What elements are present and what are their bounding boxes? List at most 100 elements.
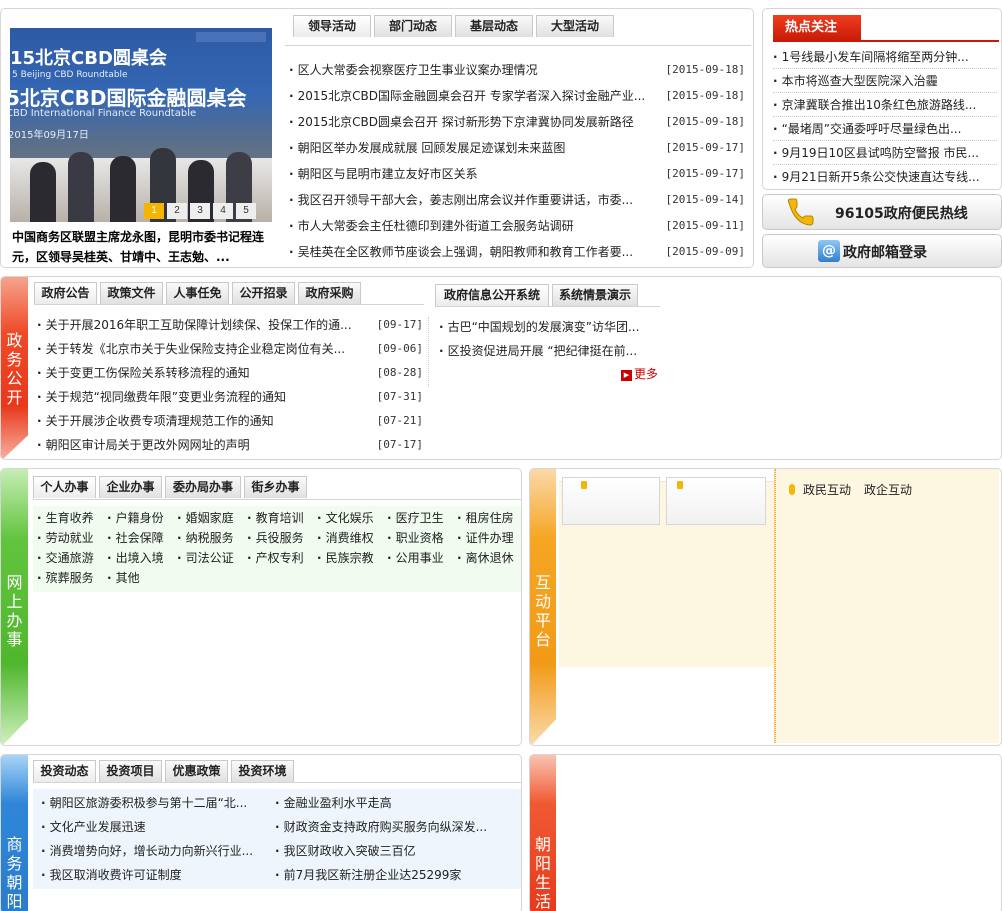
list-item[interactable]: 吴桂英在全区教师节座谈会上强调，朝阳教师和教育工作者要... [2015-09-0… <box>289 239 745 265</box>
tab-business-affairs[interactable]: 企业办事 <box>99 476 162 498</box>
notice-title[interactable]: 关于开展2016年职工互助保障计划续保、投保工作的通... <box>37 313 352 337</box>
news-title[interactable]: 朝阳区与昆明市建立友好市区关系 <box>289 161 478 187</box>
tab-major-events[interactable]: 大型活动 <box>536 15 614 37</box>
service-link[interactable]: 文化娱乐 <box>317 508 374 528</box>
link-citizen-interaction[interactable]: 政民互动 <box>803 481 851 498</box>
service-link[interactable]: 租房住房 <box>457 508 514 528</box>
pager-button-1[interactable]: 1 <box>144 203 164 219</box>
list-item[interactable]: 我区财政收入突破三百亿 <box>275 839 507 863</box>
pager-button-5[interactable]: 5 <box>236 203 256 219</box>
service-link[interactable]: 生育收养 <box>37 508 94 528</box>
list-item[interactable]: 区人大常委会视察医疗卫生事业议案办理情况 [2015-09-18] <box>289 57 745 83</box>
list-item[interactable]: 朝阳区举办发展成就展 回顾发展足迹谋划未来蓝图 [2015-09-17] <box>289 135 745 161</box>
list-item[interactable]: 京津冀联合推出10条红色旅游路线... <box>773 93 997 117</box>
list-item[interactable]: 9月19日10区县试鸣防空警报 市民... <box>773 141 997 165</box>
list-item[interactable]: 我区取消收费许可证制度 <box>41 863 266 887</box>
service-link[interactable]: 社会保障 <box>107 528 164 548</box>
tab-preferential-policies[interactable]: 优惠政策 <box>165 760 228 782</box>
interactive-tab-2[interactable] <box>666 477 766 525</box>
link-business-interaction[interactable]: 政企互动 <box>864 481 912 498</box>
service-link[interactable]: 婚姻家庭 <box>177 508 234 528</box>
tab-gov-announcements[interactable]: 政府公告 <box>34 282 97 304</box>
list-item[interactable]: 2015北京CBD圆桌会召开 探讨新形势下京津冀协同发展新路径 [2015-09-… <box>289 109 745 135</box>
list-item[interactable]: 2015北京CBD国际金融圆桌会召开 专家学者深入探讨金融产业... [2015-… <box>289 83 745 109</box>
list-item[interactable]: 9月21日新开5条公交快速直达专线... <box>773 165 997 189</box>
pager-button-2[interactable]: 2 <box>167 203 187 219</box>
list-item[interactable]: 财政资金支持政府购买服务向纵深发... <box>275 815 507 839</box>
service-link[interactable]: 户籍身份 <box>107 508 164 528</box>
tab-grassroots-news[interactable]: 基层动态 <box>455 15 533 37</box>
pager-button-4[interactable]: 4 <box>213 203 233 219</box>
list-item[interactable]: 文化产业发展迅速 <box>41 815 266 839</box>
service-link[interactable]: 证件办理 <box>457 528 514 548</box>
tab-investment-news[interactable]: 投资动态 <box>33 760 96 782</box>
list-item[interactable]: 关于开展涉企收费专项清理规范工作的通知 [07-21] <box>37 409 423 433</box>
tab-gov-procurement[interactable]: 政府采购 <box>298 282 361 304</box>
notice-title[interactable]: 关于变更工伤保险关系转移流程的通知 <box>37 361 250 385</box>
service-link[interactable]: 纳税服务 <box>177 528 234 548</box>
more-link[interactable]: 更多 <box>621 365 658 382</box>
tab-system-demo[interactable]: 系统情景演示 <box>552 284 638 306</box>
tab-gov-info-system[interactable]: 政府信息公开系统 <box>435 284 549 306</box>
list-item[interactable]: 关于变更工伤保险关系转移流程的通知 [08-28] <box>37 361 423 385</box>
service-link[interactable]: 产权专利 <box>247 548 304 568</box>
list-item[interactable]: “最堵周”交通委呼吁尽量绿色出... <box>773 117 997 141</box>
news-title[interactable]: 我区召开领导干部大会，姜志刚出席会议并作重要讲话，市委... <box>289 187 633 213</box>
service-link[interactable]: 民族宗教 <box>317 548 374 568</box>
news-title[interactable]: 2015北京CBD圆桌会召开 探讨新形势下京津冀协同发展新路径 <box>289 109 634 135</box>
list-item[interactable]: 消费增势向好，增长动力向新兴行业... <box>41 839 266 863</box>
news-title[interactable]: 市人大常委会主任杜德印到建外街道工会服务站调研 <box>289 213 574 239</box>
list-item[interactable]: 市人大常委会主任杜德印到建外街道工会服务站调研 [2015-09-11] <box>289 213 745 239</box>
list-item[interactable]: 我区召开领导干部大会，姜志刚出席会议并作重要讲话，市委... [2015-09-1… <box>289 187 745 213</box>
service-link[interactable]: 司法公证 <box>177 548 234 568</box>
service-link[interactable]: 其他 <box>107 568 140 588</box>
list-item[interactable]: 区投资促进局开展 “把纪律挺在前... <box>439 339 659 363</box>
service-link[interactable]: 交通旅游 <box>37 548 94 568</box>
service-link[interactable]: 公用事业 <box>387 548 444 568</box>
notice-title[interactable]: 朝阳区审计局关于更改外网网址的声明 <box>37 433 250 457</box>
list-item[interactable]: 朝阳区旅游委积极参与第十二届“北... <box>41 791 266 815</box>
tab-policy-documents[interactable]: 政策文件 <box>100 282 163 304</box>
list-item[interactable]: 关于转发《北京市关于失业保险支持企业稳定岗位有关... [09-06] <box>37 337 423 361</box>
tab-commission-affairs[interactable]: 委办局办事 <box>165 476 241 498</box>
service-link[interactable]: 劳动就业 <box>37 528 94 548</box>
service-link[interactable]: 兵役服务 <box>247 528 304 548</box>
list-item[interactable]: 朝阳区与昆明市建立友好市区关系 [2015-09-17] <box>289 161 745 187</box>
service-link[interactable]: 离休退休 <box>457 548 514 568</box>
tab-street-affairs[interactable]: 街乡办事 <box>244 476 307 498</box>
tab-public-recruitment[interactable]: 公开招录 <box>232 282 295 304</box>
tab-department-news[interactable]: 部门动态 <box>374 15 452 37</box>
notice-title[interactable]: 关于开展涉企收费专项清理规范工作的通知 <box>37 409 274 433</box>
list-item[interactable]: 1号线最小发车间隔将缩至两分钟... <box>773 45 997 69</box>
list-item[interactable]: 金融业盈利水平走高 <box>275 791 507 815</box>
service-link[interactable]: 出境入境 <box>107 548 164 568</box>
pager-button-3[interactable]: 3 <box>190 203 210 219</box>
interactive-tab-1[interactable] <box>562 477 660 525</box>
news-title[interactable]: 2015北京CBD国际金融圆桌会召开 专家学者深入探讨金融产业... <box>289 83 646 109</box>
list-item[interactable]: 关于规范“视同缴费年限”变更业务流程的通知 [07-31] <box>37 385 423 409</box>
list-item[interactable]: 朝阳区审计局关于更改外网网址的声明 [07-17] <box>37 433 423 457</box>
feature-photo[interactable]: 15北京CBD圆桌会 5 Beijing CBD Roundtable 5北京C… <box>10 28 272 222</box>
service-link[interactable]: 教育培训 <box>247 508 304 528</box>
list-item[interactable]: 前7月我区新注册企业达25299家 <box>275 863 507 887</box>
tab-investment-environment[interactable]: 投资环境 <box>231 760 294 782</box>
tab-personal-affairs[interactable]: 个人办事 <box>33 476 96 498</box>
notice-title[interactable]: 关于规范“视同缴费年限”变更业务流程的通知 <box>37 385 286 409</box>
news-title[interactable]: 区人大常委会视察医疗卫生事业议案办理情况 <box>289 57 538 83</box>
list-item[interactable]: 本市将巡查大型医院深入治霾 <box>773 69 997 93</box>
photo-caption[interactable]: 中国商务区联盟主席龙永图，昆明市委书记程连元，区领导吴桂英、甘靖中、王志勉、..… <box>12 227 274 267</box>
tab-leader-activities[interactable]: 领导活动 <box>293 15 371 37</box>
tab-appointments[interactable]: 人事任免 <box>166 282 229 304</box>
news-title[interactable]: 吴桂英在全区教师节座谈会上强调，朝阳教师和教育工作者要... <box>289 239 633 265</box>
news-title[interactable]: 朝阳区举办发展成就展 回顾发展足迹谋划未来蓝图 <box>289 135 566 161</box>
notice-title[interactable]: 关于转发《北京市关于失业保险支持企业稳定岗位有关... <box>37 337 345 361</box>
gov-mail-login-button[interactable]: @ 政府邮箱登录 <box>762 234 1002 268</box>
service-link[interactable]: 消费维权 <box>317 528 374 548</box>
service-link[interactable]: 医疗卫生 <box>387 508 444 528</box>
list-item[interactable]: 古巴“中国规划的发展演变”访华团... <box>439 315 659 339</box>
service-link[interactable]: 职业资格 <box>387 528 444 548</box>
tab-investment-projects[interactable]: 投资项目 <box>99 760 162 782</box>
hotline-button[interactable]: 96105政府便民热线 <box>762 194 1002 230</box>
list-item[interactable]: 关于开展2016年职工互助保障计划续保、投保工作的通... [09-17] <box>37 313 423 337</box>
service-link[interactable]: 殡葬服务 <box>37 568 94 588</box>
